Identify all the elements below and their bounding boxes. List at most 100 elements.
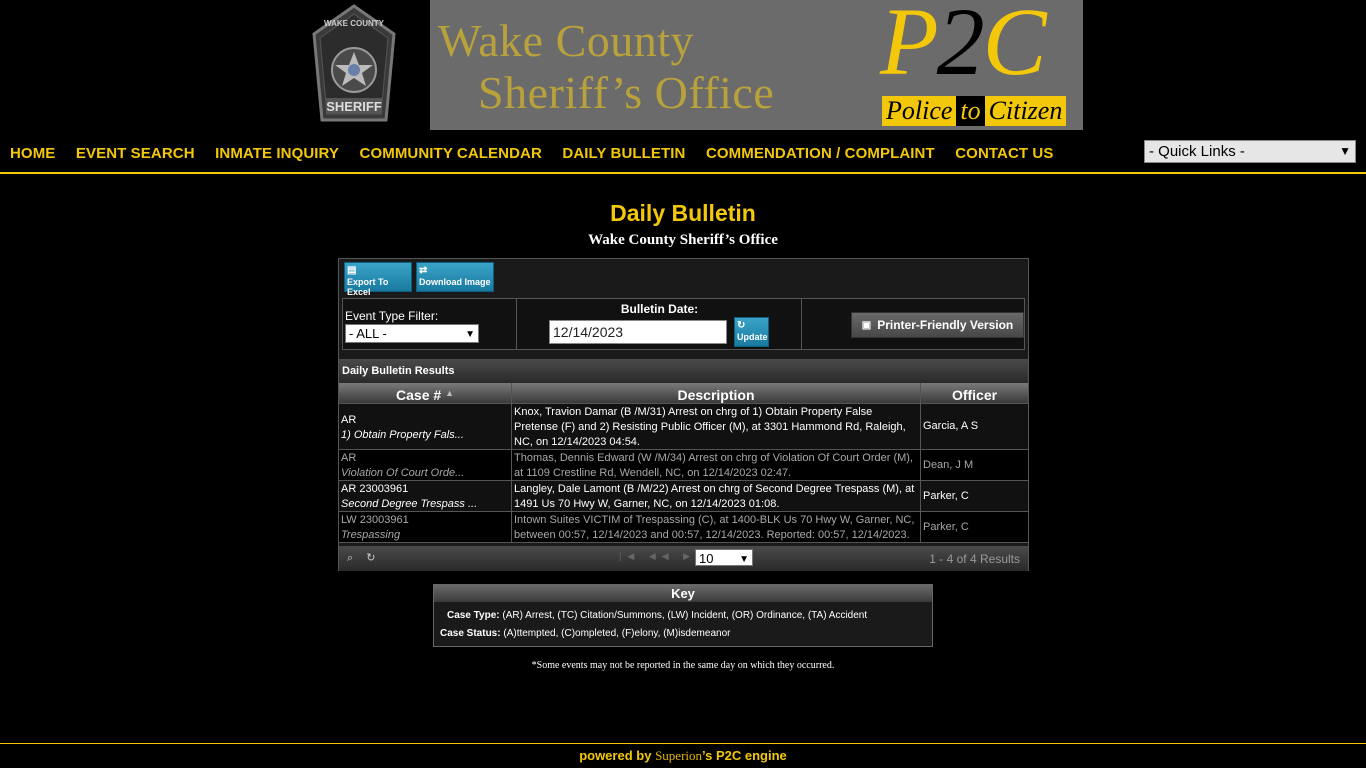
bulletin-panel: ▤ Export To Excel ⇄ Download Image Event… (338, 258, 1029, 571)
sort-icon: ▲ (445, 388, 454, 398)
page-size-value: 10 (699, 551, 714, 566)
police-to-citizen-tagline: Police to Citizen (882, 96, 1067, 126)
case-id: AR (341, 414, 357, 426)
case-cell: AR 23003961 Second Degree Trespass ... (339, 481, 512, 511)
table-row[interactable]: AR Violation Of Court Orde... Thomas, De… (339, 450, 1028, 481)
ptc-police: Police (886, 96, 953, 125)
download-image-label: Download Image (419, 277, 491, 287)
nav-daily-bulletin[interactable]: DAILY BULLETIN (562, 144, 685, 164)
key-title: Key (434, 585, 932, 602)
prev-page-icon[interactable]: ◀◀ (649, 551, 675, 561)
update-label: Update (737, 332, 768, 342)
event-type-cell: Event Type Filter: - ALL - ▼ (343, 299, 517, 349)
refresh-icon: ↻ (737, 320, 746, 331)
table-row[interactable]: AR 1) Obtain Property Fals... Knox, Trav… (339, 404, 1028, 450)
footer-brand-link[interactable]: Superion (655, 748, 702, 763)
results-summary: 1 - 4 of 4 Results (929, 552, 1020, 566)
officer-cell: Garcia, A S (923, 420, 979, 432)
nav-divider (0, 172, 1366, 174)
column-header-case[interactable]: Case # ▲ (339, 383, 512, 404)
export-excel-button[interactable]: ▤ Export To Excel (344, 262, 412, 297)
results-grid: Case # ▲ Description Officer AR 1) Obtai… (339, 383, 1028, 543)
download-image-button[interactable]: ⇄ Download Image (416, 262, 494, 292)
case-type: Second Degree Trespass ... (341, 498, 478, 510)
column-header-officer[interactable]: Officer (921, 383, 1028, 404)
printer-icon: ▣ (861, 319, 872, 331)
search-icon[interactable]: ⌕ (347, 552, 353, 564)
page-title: Daily Bulletin (610, 200, 756, 226)
chevron-down-icon: ▼ (1339, 144, 1351, 158)
case-cell: AR 1) Obtain Property Fals... (339, 404, 512, 449)
p2c-two: 2 (936, 0, 985, 95)
sheriff-badge-logo: WAKE COUNTY SHERIFF (312, 4, 396, 122)
banner-line1: Wake County (438, 15, 695, 66)
printer-cell: ▣ Printer-Friendly Version (802, 299, 1024, 349)
bulletin-date-input[interactable]: 12/14/2023 (549, 320, 727, 344)
p2c-p: P (880, 0, 939, 95)
event-type-select[interactable]: - ALL - ▼ (345, 324, 479, 343)
description-cell: Intown Suites VICTIM of Trespassing (C),… (512, 512, 921, 542)
chevron-down-icon: ▼ (739, 554, 749, 565)
case-id: AR (341, 452, 357, 464)
footer-suffix: ’s P2C engine (702, 748, 787, 763)
printer-friendly-button[interactable]: ▣ Printer-Friendly Version (851, 312, 1024, 338)
grid-header: Case # ▲ Description Officer (339, 383, 1028, 404)
nav-community-calendar[interactable]: COMMUNITY CALENDAR (360, 144, 542, 164)
event-type-label: Event Type Filter: (345, 309, 439, 323)
nav-contact-us[interactable]: CONTACT US (955, 144, 1053, 164)
nav-inmate-inquiry[interactable]: INMATE INQUIRY (215, 144, 339, 164)
page-subtitle: Wake County Sheriff’s Office (588, 232, 778, 248)
footer-divider (0, 743, 1366, 744)
case-id: LW 23003961 (341, 514, 409, 526)
disclaimer-note: *Some events may not be reported in the … (531, 660, 835, 671)
case-type: Trespassing (341, 529, 401, 541)
footer: powered by Superion’s P2C engine (0, 748, 1366, 764)
nav-home[interactable]: HOME (10, 144, 55, 164)
filter-row: Event Type Filter: - ALL - ▼ Bulletin Da… (342, 298, 1025, 350)
event-type-value: - ALL - (349, 326, 387, 341)
refresh-icon[interactable]: ↻ (366, 552, 375, 564)
key-case-type-label: Case Type: (447, 610, 500, 621)
case-type: Violation Of Court Orde... (341, 467, 465, 479)
case-type: 1) Obtain Property Fals... (341, 429, 464, 441)
printer-friendly-label: Printer-Friendly Version (877, 318, 1014, 332)
case-cell: AR Violation Of Court Orde... (339, 450, 512, 480)
chevron-down-icon: ▼ (465, 329, 475, 340)
ptc-citizen: Citizen (988, 96, 1063, 125)
description-cell: Knox, Travion Damar (B /M/31) Arrest on … (512, 404, 921, 449)
officer-cell: Parker, C (923, 520, 969, 533)
description-cell: Thomas, Dennis Edward (W /M/34) Arrest o… (512, 450, 921, 480)
officer-cell: Dean, J M (923, 458, 974, 471)
case-id: AR 23003961 (341, 483, 409, 495)
column-header-description[interactable]: Description (512, 383, 921, 404)
swap-arrows-icon: ⇄ (419, 265, 428, 276)
key-box: Key Case Type: (AR) Arrest, (TC) Citatio… (433, 584, 933, 647)
key-case-status-label: Case Status: (440, 628, 501, 639)
footer-prefix: powered by (579, 748, 652, 763)
p2c-c: C (982, 0, 1047, 95)
key-case-type: Case Type: (AR) Arrest, (TC) Citation/Su… (447, 610, 867, 621)
nav-commendation-complaint[interactable]: COMMENDATION / COMPLAINT (706, 144, 935, 164)
export-excel-label: Export To Excel (347, 277, 389, 297)
badge-top-text: WAKE COUNTY (324, 19, 385, 28)
key-case-type-text: (AR) Arrest, (TC) Citation/Summons, (LW)… (502, 610, 868, 621)
header-banner: Wake County Sheriff’s Office P2C Police … (430, 0, 1083, 130)
p2c-logo: P2C (880, 0, 1047, 90)
key-case-status-text: (A)ttempted, (C)ompleted, (F)elony, (M)i… (503, 628, 731, 639)
first-page-icon[interactable]: |◀ (619, 551, 640, 561)
excel-icon: ▤ (347, 265, 357, 276)
nav-event-search[interactable]: EVENT SEARCH (76, 144, 195, 164)
table-row[interactable]: AR 23003961 Second Degree Trespass ... L… (339, 481, 1028, 512)
page-size-select[interactable]: 10 ▼ (695, 549, 753, 566)
bulletin-date-cell: Bulletin Date: 12/14/2023 ↻ Update (517, 299, 802, 349)
update-button[interactable]: ↻ Update (734, 317, 769, 347)
grid-pager: ⌕ ↻ |◀ ◀◀ ▶▶ ▶| 10 ▼ 1 - 4 of 4 Results (339, 546, 1028, 571)
bulletin-date-label: Bulletin Date: (620, 302, 699, 316)
quick-links-select[interactable]: - Quick Links - ▼ (1144, 140, 1356, 163)
column-header-case-label: Case # (396, 387, 442, 403)
ptc-to: to (956, 96, 985, 126)
badge-bottom-text: SHERIFF (326, 99, 382, 114)
officer-cell: Parker, C (923, 489, 969, 502)
quick-links-value: - Quick Links - (1149, 143, 1245, 160)
table-row[interactable]: LW 23003961 Trespassing Intown Suites VI… (339, 512, 1028, 543)
